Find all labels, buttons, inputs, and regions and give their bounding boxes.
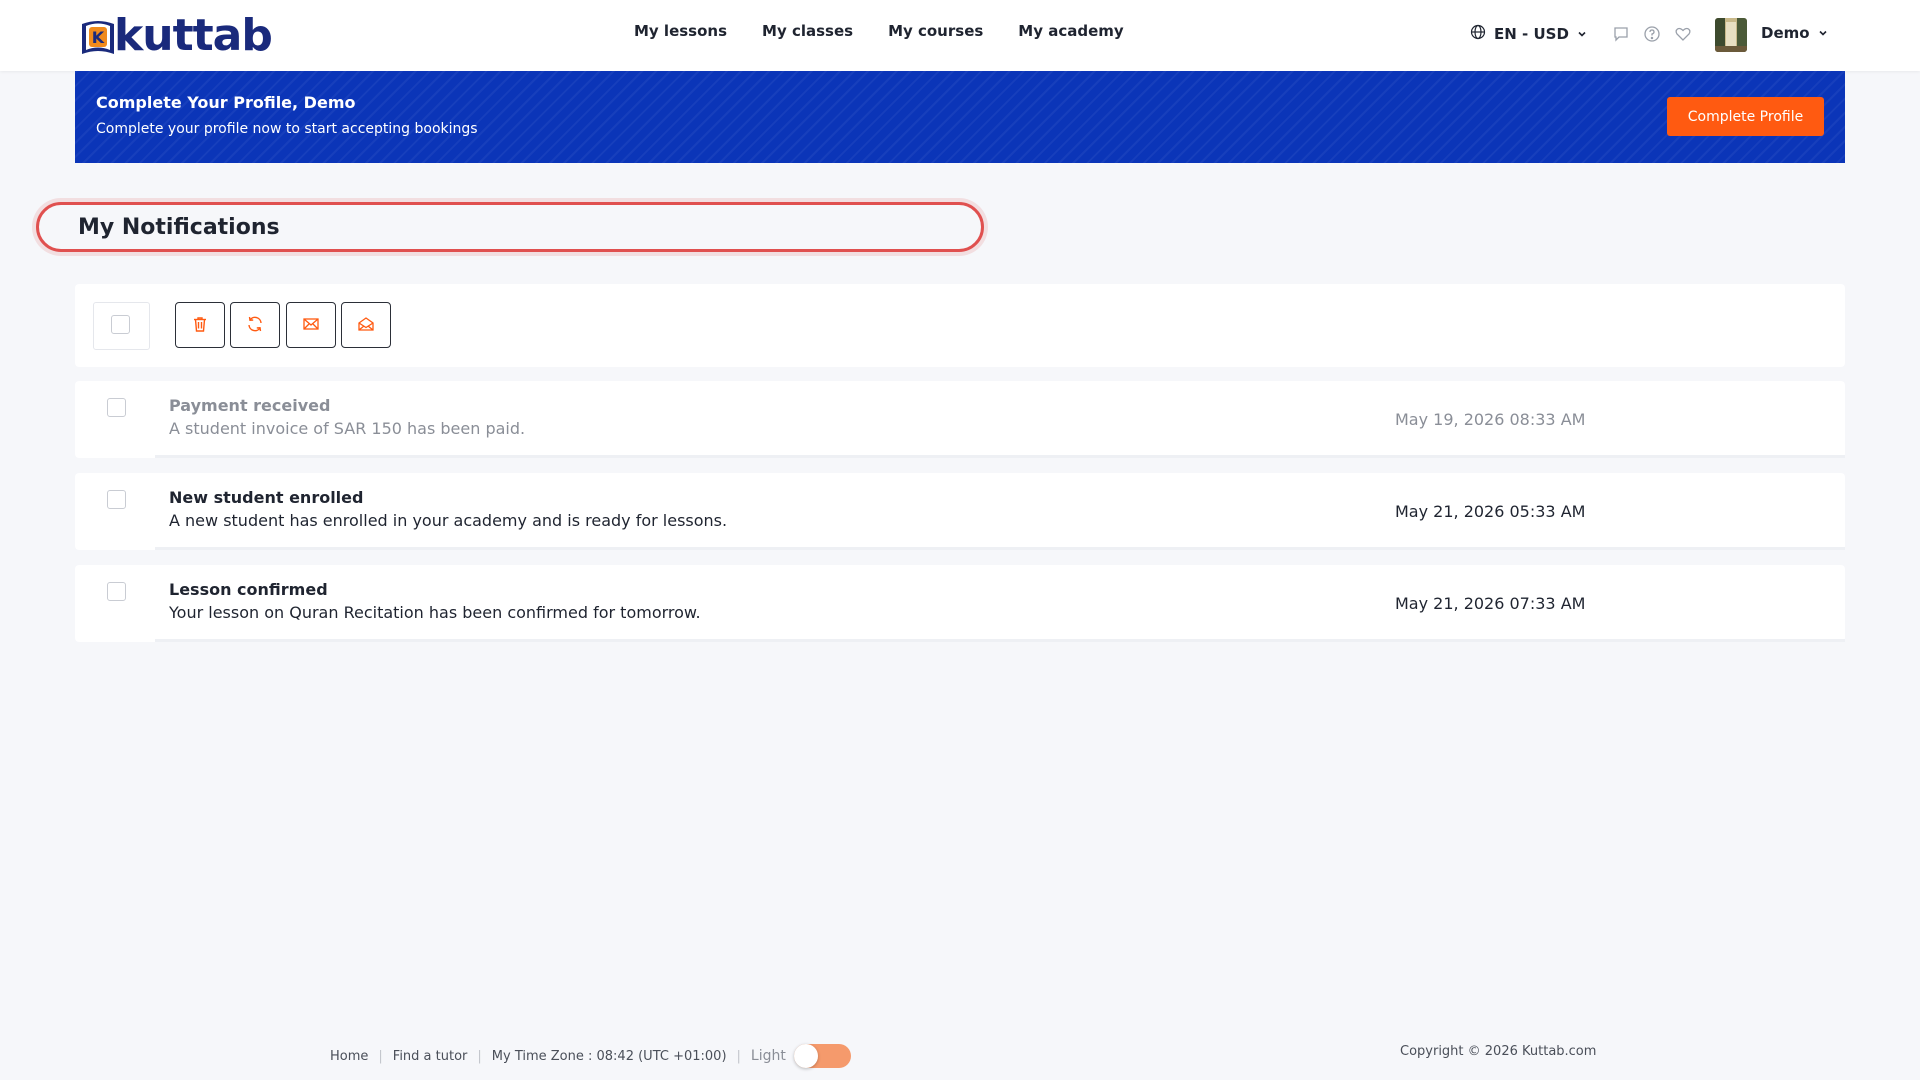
page-title: My Notifications — [78, 215, 280, 240]
mark-unread-button[interactable] — [286, 302, 336, 348]
user-menu[interactable]: Demo — [1761, 24, 1828, 42]
user-name: Demo — [1761, 24, 1810, 42]
notifications-toolbar — [75, 284, 1845, 367]
chevron-down-icon — [1577, 25, 1587, 43]
notification-date: May 21, 2026 05:33 AM — [1395, 502, 1586, 521]
nav-my-courses[interactable]: My courses — [888, 22, 983, 40]
notification-checkbox[interactable] — [107, 398, 126, 417]
delete-button[interactable] — [175, 302, 225, 348]
mark-read-button[interactable] — [341, 302, 391, 348]
row-divider — [155, 639, 1391, 642]
mail-open-icon — [357, 315, 375, 336]
notification-body: Your lesson on Quran Recitation has been… — [169, 603, 701, 622]
mail-closed-icon — [302, 315, 320, 336]
footer-separator: | — [736, 1048, 741, 1064]
theme-toggle[interactable] — [793, 1044, 851, 1068]
notification-row[interactable]: Payment received A student invoice of SA… — [75, 381, 1845, 458]
footer-timezone: My Time Zone : 08:42 (UTC +01:00) — [491, 1048, 727, 1064]
logo-text: kuttab — [114, 10, 273, 61]
globe-icon — [1470, 24, 1486, 44]
footer-find-tutor-link[interactable]: Find a tutor — [393, 1049, 468, 1064]
notification-row[interactable]: New student enrolled A new student has e… — [75, 473, 1845, 550]
nav-my-classes[interactable]: My classes — [762, 22, 853, 40]
row-divider — [1379, 455, 1845, 458]
copyright: Copyright © 2026 Kuttab.com — [1400, 1044, 1597, 1059]
kuttab-logo[interactable]: K kuttab — [78, 10, 273, 61]
help-icon[interactable] — [1643, 25, 1661, 43]
header-icons — [1612, 25, 1692, 43]
main-nav: My lessons My classes My courses My acad… — [634, 22, 1124, 40]
row-divider — [155, 455, 1391, 458]
language-currency-label: EN - USD — [1494, 25, 1569, 43]
complete-profile-banner: Complete Your Profile, Demo Complete you… — [75, 71, 1845, 163]
logo-book-icon: K — [78, 14, 118, 58]
notification-title: Lesson confirmed — [169, 580, 328, 599]
nav-my-academy[interactable]: My academy — [1018, 22, 1123, 40]
notification-date: May 21, 2026 07:33 AM — [1395, 594, 1586, 613]
heart-icon[interactable] — [1674, 25, 1692, 43]
banner-title: Complete Your Profile, Demo — [96, 93, 356, 112]
footer-separator: | — [378, 1048, 383, 1064]
chevron-down-icon — [1818, 24, 1828, 42]
nav-my-lessons[interactable]: My lessons — [634, 22, 727, 40]
footer-links: Home | Find a tutor | My Time Zone : 08:… — [330, 1044, 851, 1068]
complete-profile-button[interactable]: Complete Profile — [1667, 97, 1824, 136]
svg-text:K: K — [92, 28, 105, 47]
banner-subtitle: Complete your profile now to start accep… — [96, 121, 478, 137]
top-header: K kuttab My lessons My classes My course… — [0, 0, 1920, 71]
row-divider — [1379, 639, 1845, 642]
theme-label: Light — [750, 1048, 786, 1064]
notification-row[interactable]: Lesson confirmed Your lesson on Quran Re… — [75, 565, 1845, 642]
refresh-button[interactable] — [230, 302, 280, 348]
notification-title: Payment received — [169, 396, 331, 415]
select-all-container — [93, 302, 150, 350]
row-divider — [155, 547, 1391, 550]
notification-checkbox[interactable] — [107, 490, 126, 509]
notification-body: A new student has enrolled in your acade… — [169, 511, 728, 530]
notification-date: May 19, 2026 08:33 AM — [1395, 410, 1586, 429]
select-all-checkbox[interactable] — [111, 315, 130, 334]
row-divider — [1379, 547, 1845, 550]
page-title-highlight: My Notifications — [36, 202, 984, 252]
notification-checkbox[interactable] — [107, 582, 126, 601]
chat-icon[interactable] — [1612, 25, 1630, 43]
footer-separator: | — [477, 1048, 482, 1064]
notification-title: New student enrolled — [169, 488, 364, 507]
refresh-icon — [246, 315, 264, 336]
footer-home-link[interactable]: Home — [330, 1049, 368, 1064]
notification-body: A student invoice of SAR 150 has been pa… — [169, 419, 526, 438]
language-currency-selector[interactable]: EN - USD — [1470, 24, 1587, 44]
theme-toggle-knob — [793, 1044, 818, 1068]
trash-icon — [191, 315, 209, 336]
avatar[interactable] — [1715, 18, 1747, 52]
